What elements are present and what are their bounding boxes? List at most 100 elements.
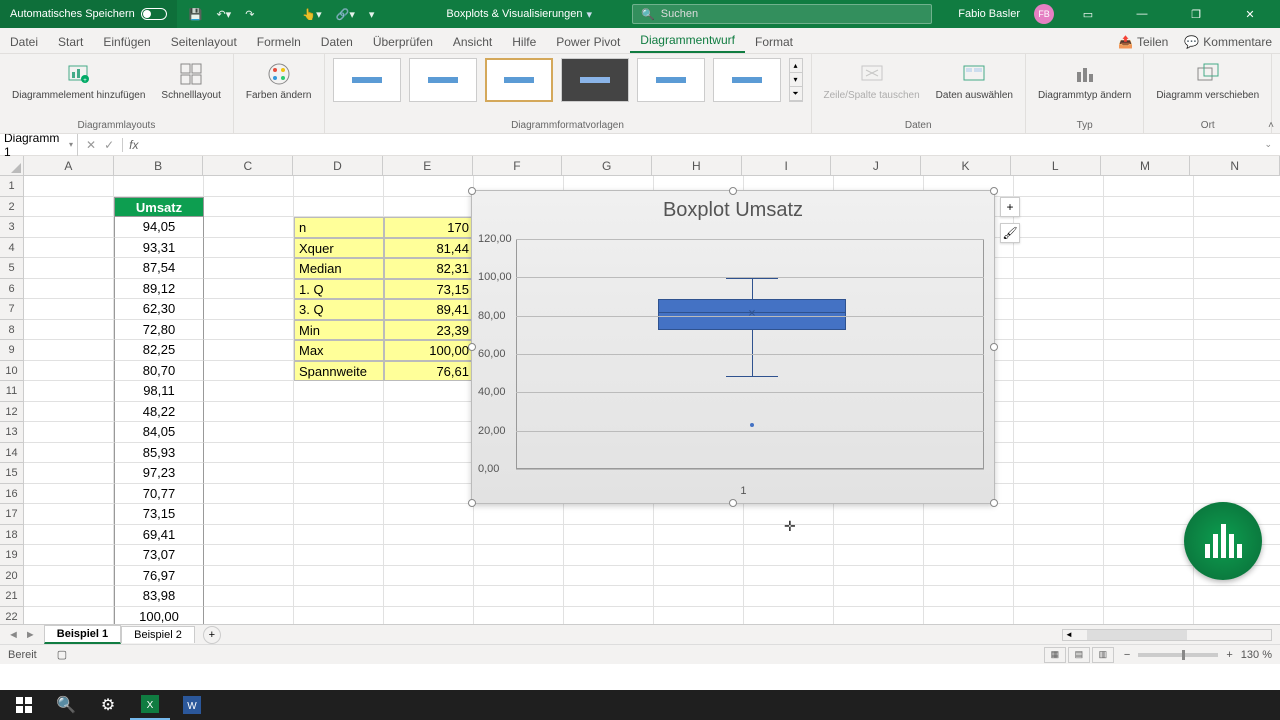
page-layout-button[interactable]: ▤ bbox=[1068, 647, 1090, 663]
cell[interactable] bbox=[24, 279, 114, 300]
cell[interactable] bbox=[744, 566, 834, 587]
excel-taskbar-icon[interactable]: X bbox=[130, 690, 170, 720]
cell[interactable]: 81,44 bbox=[384, 238, 474, 259]
col-header[interactable]: N bbox=[1190, 156, 1280, 175]
obs-icon[interactable]: ⚙ bbox=[88, 690, 128, 720]
cell[interactable] bbox=[294, 525, 384, 546]
cell[interactable]: 73,07 bbox=[114, 545, 204, 566]
cell[interactable] bbox=[24, 176, 114, 197]
cell[interactable] bbox=[474, 607, 564, 625]
row-header[interactable]: 18 bbox=[0, 525, 24, 546]
cell[interactable]: 82,25 bbox=[114, 340, 204, 361]
cell[interactable] bbox=[1014, 525, 1104, 546]
cell[interactable] bbox=[24, 258, 114, 279]
row-header[interactable]: 7 bbox=[0, 299, 24, 320]
add-sheet-button[interactable]: + bbox=[203, 626, 221, 644]
cell[interactable] bbox=[474, 545, 564, 566]
row-header[interactable]: 4 bbox=[0, 238, 24, 259]
cell[interactable] bbox=[834, 504, 924, 525]
cell[interactable] bbox=[384, 607, 474, 625]
resize-handle[interactable] bbox=[729, 499, 737, 507]
row-header[interactable]: 13 bbox=[0, 422, 24, 443]
chart-title[interactable]: Boxplot Umsatz bbox=[472, 191, 994, 222]
cell[interactable] bbox=[1194, 484, 1280, 505]
cell[interactable]: 85,93 bbox=[114, 443, 204, 464]
cell[interactable] bbox=[204, 340, 294, 361]
cell[interactable] bbox=[1104, 525, 1194, 546]
cell[interactable] bbox=[1104, 484, 1194, 505]
cell[interactable] bbox=[384, 504, 474, 525]
cell[interactable] bbox=[1104, 504, 1194, 525]
cell[interactable] bbox=[1194, 402, 1280, 423]
cell[interactable] bbox=[744, 607, 834, 625]
start-button[interactable] bbox=[4, 690, 44, 720]
cell[interactable] bbox=[24, 566, 114, 587]
cell[interactable]: 1. Q bbox=[294, 279, 384, 300]
cell[interactable] bbox=[1104, 607, 1194, 625]
col-header[interactable]: J bbox=[831, 156, 921, 175]
row-headers[interactable]: 12345678910111213141516171819202122 bbox=[0, 176, 24, 624]
col-header[interactable]: M bbox=[1101, 156, 1191, 175]
close-icon[interactable]: ✕ bbox=[1230, 0, 1270, 28]
resize-handle[interactable] bbox=[468, 187, 476, 195]
cell[interactable] bbox=[1104, 217, 1194, 238]
chart-style-3[interactable] bbox=[485, 58, 553, 102]
cell[interactable] bbox=[1014, 299, 1104, 320]
tab-formeln[interactable]: Formeln bbox=[247, 31, 311, 53]
cell[interactable]: 94,05 bbox=[114, 217, 204, 238]
row-header[interactable]: 1 bbox=[0, 176, 24, 197]
cell[interactable] bbox=[924, 566, 1014, 587]
cell[interactable] bbox=[1014, 484, 1104, 505]
cell[interactable] bbox=[564, 586, 654, 607]
row-header[interactable]: 21 bbox=[0, 586, 24, 607]
quick-layout-button[interactable]: Schnelllayout bbox=[157, 58, 224, 104]
cell[interactable]: 89,12 bbox=[114, 279, 204, 300]
resize-handle[interactable] bbox=[990, 187, 998, 195]
cell[interactable] bbox=[1104, 443, 1194, 464]
chart-elements-button[interactable]: + bbox=[1000, 197, 1020, 217]
scroll-left-icon[interactable]: ◄ bbox=[1063, 630, 1075, 639]
cell[interactable] bbox=[24, 607, 114, 625]
cell[interactable] bbox=[654, 504, 744, 525]
sheet-nav[interactable]: ◄► bbox=[0, 629, 44, 641]
minimize-icon[interactable]: — bbox=[1122, 0, 1162, 28]
cell[interactable] bbox=[564, 566, 654, 587]
cell[interactable] bbox=[1104, 340, 1194, 361]
cell[interactable]: n bbox=[294, 217, 384, 238]
cell[interactable] bbox=[1104, 402, 1194, 423]
row-header[interactable]: 15 bbox=[0, 463, 24, 484]
cell[interactable] bbox=[1194, 443, 1280, 464]
select-data-button[interactable]: Daten auswählen bbox=[932, 58, 1017, 104]
cell[interactable] bbox=[294, 463, 384, 484]
cell[interactable] bbox=[384, 176, 474, 197]
cell[interactable] bbox=[24, 545, 114, 566]
cell[interactable] bbox=[204, 217, 294, 238]
enter-icon[interactable]: ✓ bbox=[104, 138, 114, 152]
prev-sheet-icon[interactable]: ◄ bbox=[8, 629, 19, 641]
cell[interactable] bbox=[204, 176, 294, 197]
cell[interactable]: 93,31 bbox=[114, 238, 204, 259]
scroll-thumb[interactable] bbox=[1087, 630, 1187, 640]
col-header[interactable]: E bbox=[383, 156, 473, 175]
resize-handle[interactable] bbox=[468, 343, 476, 351]
cell[interactable] bbox=[1194, 238, 1280, 259]
maximize-icon[interactable]: ❐ bbox=[1176, 0, 1216, 28]
cell[interactable] bbox=[294, 566, 384, 587]
cell[interactable] bbox=[24, 238, 114, 259]
cell[interactable] bbox=[114, 176, 204, 197]
fx-icon[interactable]: fx bbox=[123, 138, 144, 152]
move-chart-button[interactable]: Diagramm verschieben bbox=[1152, 58, 1263, 104]
chart-style-4[interactable] bbox=[561, 58, 629, 102]
cell[interactable] bbox=[204, 238, 294, 259]
cell[interactable] bbox=[1014, 238, 1104, 259]
cell[interactable] bbox=[384, 422, 474, 443]
cell[interactable] bbox=[924, 545, 1014, 566]
cell[interactable] bbox=[924, 525, 1014, 546]
style-gallery-scroll[interactable]: ▴▾⏷ bbox=[789, 58, 803, 102]
tab-diagrammentwurf[interactable]: Diagrammentwurf bbox=[630, 29, 745, 53]
col-header[interactable]: H bbox=[652, 156, 742, 175]
cell[interactable] bbox=[204, 586, 294, 607]
cell[interactable] bbox=[24, 299, 114, 320]
cell[interactable] bbox=[924, 607, 1014, 625]
cell[interactable] bbox=[1194, 217, 1280, 238]
